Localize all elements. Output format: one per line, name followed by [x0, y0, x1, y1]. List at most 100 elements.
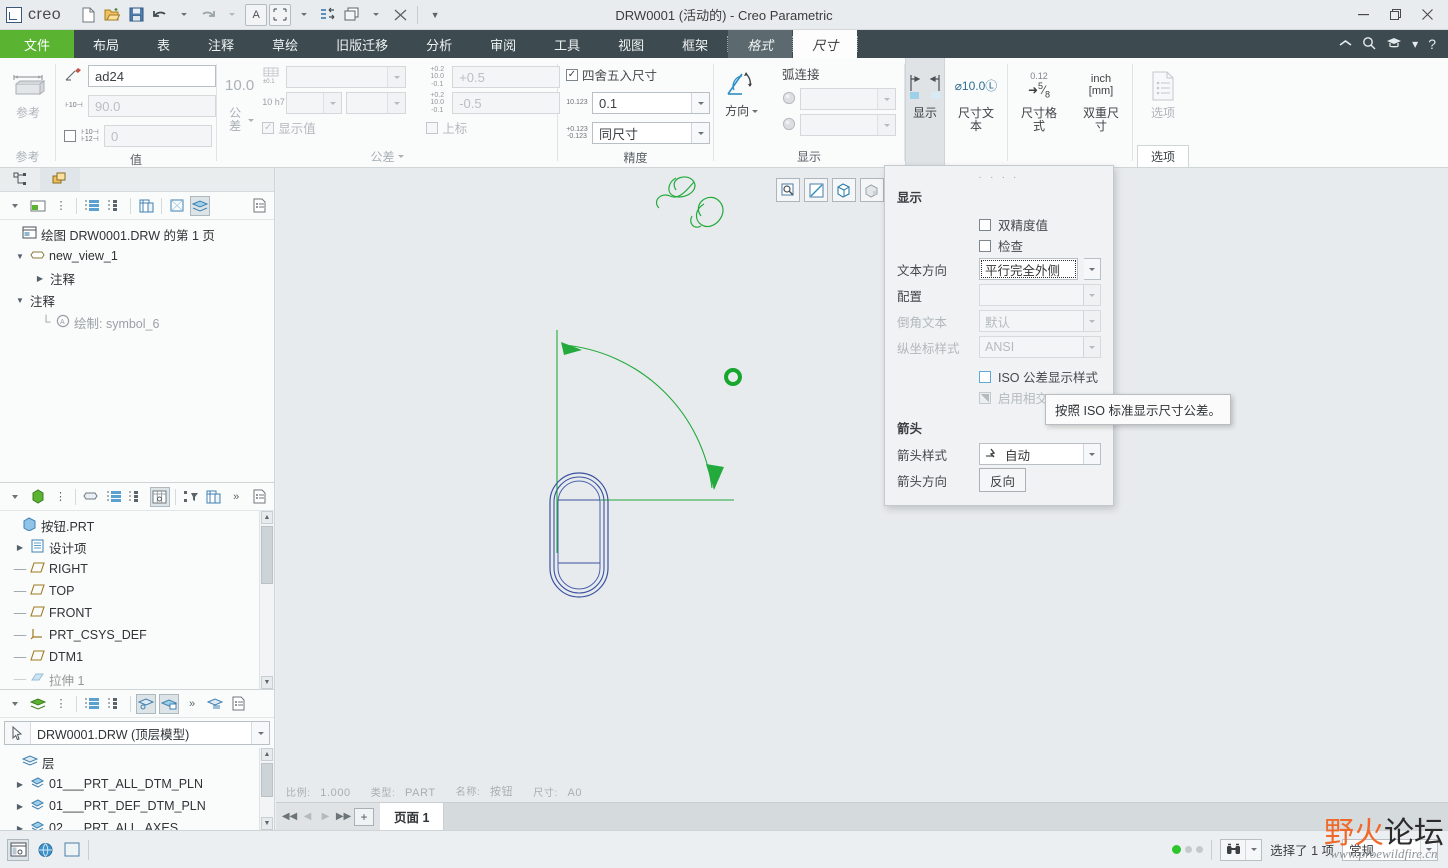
chevron-right-icon[interactable]: ▶	[14, 780, 26, 789]
layer-tree-scrollbar[interactable]: ▲ ▼	[259, 748, 274, 830]
model-item-front[interactable]: — FRONT	[0, 602, 274, 624]
drawing-tree-collapse-icon[interactable]	[5, 196, 25, 216]
tab-framework[interactable]: 框架	[663, 30, 727, 58]
superscript-checkbox[interactable]	[426, 121, 439, 134]
window-dropdown[interactable]	[365, 4, 387, 26]
chevron-down-icon[interactable]	[397, 154, 404, 158]
layer-item[interactable]: ▶ 01___PRT_DEF_DTM_PLN	[0, 795, 274, 817]
undo-button[interactable]	[149, 4, 171, 26]
reference-button[interactable]: 参考	[8, 64, 48, 120]
chevron-right-icon[interactable]: ▶	[14, 802, 26, 811]
navigator-tab-model-tree[interactable]	[0, 168, 40, 191]
model-more-icon[interactable]: »	[226, 487, 246, 507]
scroll-thumb[interactable]	[261, 763, 273, 797]
chevron-down-icon[interactable]	[1083, 444, 1100, 464]
dimension-extra-checkbox[interactable]	[64, 130, 76, 142]
model-item-right[interactable]: — RIGHT	[0, 558, 274, 580]
tolerance-upper-input[interactable]	[452, 66, 561, 89]
direction-button[interactable]: 方向	[722, 62, 761, 118]
tab-format[interactable]: 格式	[728, 30, 793, 58]
layer-tree-menu-icon[interactable]: ⋮	[51, 694, 71, 714]
layer-more-icon[interactable]: »	[182, 694, 202, 714]
scroll-thumb[interactable]	[261, 526, 273, 584]
dimension-name-input[interactable]	[88, 65, 216, 87]
layer-props-icon[interactable]	[205, 694, 225, 714]
drawing-tree-icon[interactable]	[28, 196, 48, 216]
chevron-down-icon[interactable]	[691, 93, 709, 113]
tolerance-code-combo-b[interactable]	[346, 92, 407, 114]
arrow-style-combo[interactable]: 自动	[979, 443, 1101, 465]
help-dropdown-icon[interactable]: ▾	[1412, 37, 1418, 51]
regenerate-button[interactable]	[317, 4, 339, 26]
tab-dimension[interactable]: 尺寸	[793, 30, 858, 58]
model-tree-scrollbar[interactable]: ▲ ▼	[259, 511, 274, 689]
chevron-right-icon[interactable]: ▶	[34, 274, 46, 283]
scroll-down-icon[interactable]: ▼	[261, 817, 273, 830]
tab-annotate[interactable]: 注释	[189, 30, 253, 58]
dimension-extra-input[interactable]	[104, 125, 212, 147]
minimize-button[interactable]	[1348, 3, 1378, 27]
find-button[interactable]	[1220, 838, 1263, 861]
chevron-down-icon[interactable]	[877, 89, 895, 109]
model-item-top[interactable]: — TOP	[0, 580, 274, 602]
close-window-button[interactable]	[389, 4, 411, 26]
chevron-down-icon[interactable]	[691, 123, 709, 143]
drawing-canvas[interactable]: 比例: 1.000 类型: PART 名称: 按钮 尺寸: A0 ◀◀ ◀ ▶ …	[276, 168, 1448, 830]
layer-show-icon[interactable]	[136, 693, 156, 714]
tree-item-symbol[interactable]: └ A 绘制: symbol_6	[0, 311, 274, 333]
layer-isolate-icon[interactable]	[159, 693, 179, 714]
redo-dropdown[interactable]	[221, 4, 243, 26]
page-add-button[interactable]: +	[354, 807, 374, 826]
model-settings-icon[interactable]	[249, 487, 269, 507]
chevron-down-icon[interactable]	[323, 93, 342, 113]
model-tree-menu-icon[interactable]: ⋮	[51, 487, 71, 507]
browser-toggle-icon[interactable]	[34, 839, 56, 861]
tree-columns-icon[interactable]	[136, 196, 156, 216]
chevron-down-icon[interactable]	[1083, 285, 1100, 305]
tolerance-code-combo-a[interactable]	[286, 92, 343, 114]
dimension-format-button[interactable]: 0.12 ➜5⁄8 尺寸格式	[1016, 64, 1062, 133]
config-combo[interactable]	[979, 284, 1101, 306]
tree-item-annotation-child[interactable]: ▶ 注释	[0, 267, 274, 289]
double-precision-checkbox[interactable]	[979, 218, 991, 231]
text-tool-button[interactable]: A	[245, 3, 268, 26]
layer-item[interactable]: ▶ 02___PRT_ALL_AXES	[0, 817, 274, 830]
fullscreen-toggle-icon[interactable]	[61, 839, 83, 861]
drawing-tree-root[interactable]: 绘图 DRW0001.DRW 的第 1 页	[0, 223, 274, 245]
tree-item-view[interactable]: ▼ new_view_1	[0, 245, 274, 267]
radio-arc-a[interactable]	[782, 91, 796, 108]
redo-button[interactable]	[197, 4, 219, 26]
customize-qat-button[interactable]: ▼	[424, 4, 446, 26]
tree-layers-icon[interactable]	[190, 195, 210, 216]
model-item-dtm1[interactable]: — DTM1	[0, 646, 274, 668]
tab-review[interactable]: 审阅	[471, 30, 535, 58]
tab-layout[interactable]: 布局	[74, 30, 138, 58]
chevron-down-icon[interactable]	[877, 115, 895, 135]
arc-connect-combo-a[interactable]	[800, 88, 896, 110]
undo-dropdown[interactable]	[173, 4, 195, 26]
chevron-down-icon[interactable]	[1083, 337, 1100, 357]
model-expand-all-icon[interactable]	[104, 487, 124, 507]
tab-view[interactable]: 视图	[599, 30, 663, 58]
round-dimension-checkbox[interactable]: ✓	[566, 68, 578, 81]
arc-connect-combo-b[interactable]	[800, 114, 896, 136]
layer-model-selector[interactable]: DRW0001.DRW (顶层模型)	[4, 721, 270, 745]
appearance-icon[interactable]	[860, 178, 884, 202]
model-item-extrude[interactable]: — 拉伸 1	[0, 668, 274, 689]
tree-settings-icon[interactable]	[249, 196, 269, 216]
model-columns-icon[interactable]	[149, 486, 170, 507]
dimension-text-button[interactable]: ⌀10.0Ⓛ 尺寸文本	[953, 64, 999, 133]
new-button[interactable]	[77, 4, 99, 26]
chevron-down-icon[interactable]	[1245, 839, 1261, 860]
model-tree-collapse-icon[interactable]	[5, 487, 25, 507]
tab-sketch[interactable]: 草绘	[253, 30, 317, 58]
chevron-down-icon[interactable]: ▼	[14, 296, 26, 305]
save-button[interactable]	[125, 4, 147, 26]
model-filter-icon[interactable]	[181, 487, 201, 507]
chevron-down-icon[interactable]: ▼	[14, 252, 26, 261]
page-next-button[interactable]: ▶	[318, 807, 333, 827]
page-prev-button[interactable]: ◀	[300, 807, 315, 827]
show-value-checkbox[interactable]: ✓	[262, 121, 275, 134]
tab-legacy-migration[interactable]: 旧版迁移	[317, 30, 407, 58]
tolerance-lower-input[interactable]	[452, 92, 561, 115]
